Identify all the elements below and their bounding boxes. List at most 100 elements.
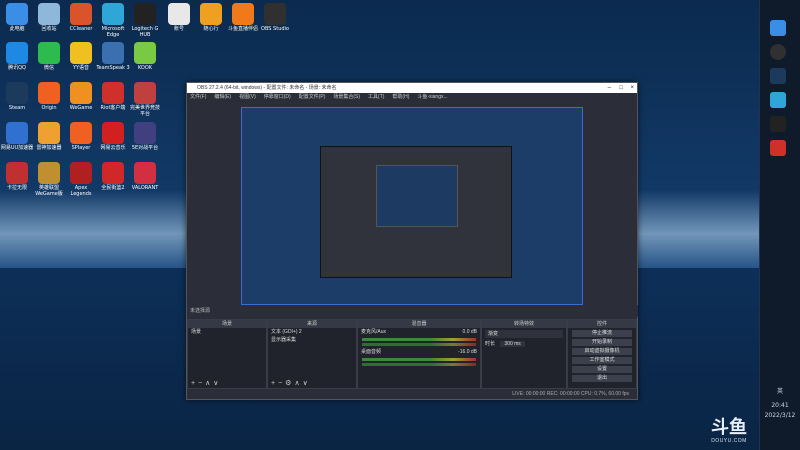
menu-item[interactable]: 工具(T) [368, 94, 384, 100]
settings-button[interactable]: 设置 [572, 366, 632, 373]
clock-date[interactable]: 2022/3/12 [764, 412, 796, 419]
maximize-icon[interactable]: □ [619, 83, 623, 93]
desktop-icon[interactable]: VALORANT [128, 162, 162, 191]
menu-item[interactable]: 文件(F) [190, 94, 206, 100]
controls-panel: 控件 停止推流 开始录制 启动虚拟摄像机 工作室模式 设置 退出 [567, 319, 637, 389]
menu-item[interactable]: 场景集合(S) [333, 94, 360, 100]
stop-streaming-button[interactable]: 停止推流 [572, 330, 632, 337]
close-icon[interactable]: × [630, 83, 634, 93]
mic-volume-slider[interactable] [362, 343, 476, 346]
menu-item[interactable]: 编辑(E) [214, 94, 231, 100]
menu-item[interactable]: 停靠窗口(D) [264, 94, 291, 100]
desktop-icon[interactable]: SPlayer [64, 122, 98, 151]
app-icon [70, 162, 92, 184]
desktop-icon-label: Microsoft Edge [101, 26, 125, 38]
obs-title-bar[interactable]: OBS 27.2.4 (64-bit, windows) - 配置文件: 未命名… [187, 83, 637, 93]
sources-panel-controls[interactable]: +−⚙∧∨ [268, 379, 356, 388]
desktop-icon[interactable]: WeGame [64, 82, 98, 111]
menu-item[interactable]: 帮助(H) [392, 94, 409, 100]
source-item[interactable]: 文本 (GDI+) 2 [268, 328, 356, 336]
desktop-icon[interactable]: OBS Studio [258, 3, 292, 32]
desktop-icon[interactable]: 斗鱼直播伴侣 [226, 3, 260, 32]
app-icon [134, 82, 156, 104]
mic-channel-name: 麦克风/Aux [361, 329, 387, 335]
desktop-icon[interactable]: 网易云音乐 [96, 122, 130, 151]
app-icon [200, 3, 222, 25]
clock-time[interactable]: 20:41 [764, 402, 796, 409]
desktop-icon[interactable]: Microsoft Edge [96, 3, 130, 38]
obs-title-text: OBS 27.2.4 (64-bit, windows) - 配置文件: 未命名… [197, 85, 337, 91]
mic-channel-db: 0.0 dB [462, 329, 477, 335]
no-source-label: 未选择源 [190, 308, 211, 314]
desktop-icon[interactable]: 此电脑 [0, 3, 34, 32]
desktop-icon[interactable]: 回收站 [32, 3, 66, 32]
desktop-icon-label: 卡拉无限 [6, 185, 27, 191]
desktop-icon-label: 5E对战平台 [131, 145, 159, 151]
desktop-volume-slider[interactable] [362, 363, 476, 366]
scene-item[interactable]: 场景 [188, 328, 266, 336]
desktop-icon[interactable]: CCleaner [64, 3, 98, 32]
riot-taskbar-icon[interactable] [770, 140, 786, 156]
desktop-icon-label: KOOK [137, 65, 153, 71]
obs-taskbar-icon[interactable] [770, 44, 786, 60]
exit-button[interactable]: 退出 [572, 375, 632, 382]
desktop-icon[interactable]: Riot客户端 [96, 82, 130, 111]
duration-label: 时长 [485, 341, 496, 347]
studio-mode-button[interactable]: 工作室模式 [572, 357, 632, 364]
ghub-taskbar-icon[interactable] [770, 116, 786, 132]
start-virtual-camera-button[interactable]: 启动虚拟摄像机 [572, 348, 632, 355]
app-icon [6, 82, 28, 104]
desktop-icon[interactable]: 网易UU加速器 [0, 122, 34, 151]
duration-input[interactable]: 300 ms [500, 341, 525, 347]
desktop-icon[interactable]: KOOK [128, 42, 162, 71]
app-icon [6, 122, 28, 144]
transitions-panel: 转场特效 渐变 时长 300 ms [481, 319, 567, 389]
desktop-icon[interactable]: 微信 [32, 42, 66, 71]
desktop-icon-label: 腾讯QQ [8, 65, 26, 71]
desktop-icon-label: 网易UU加速器 [0, 145, 34, 151]
desktop-icon[interactable]: 英雄联盟WeGame版 [32, 162, 66, 197]
menu-item[interactable]: 视图(V) [239, 94, 256, 100]
controls-panel-header: 控件 [568, 320, 636, 328]
desktop-icon-label: VALORANT [131, 185, 159, 191]
menu-item[interactable]: 斗鱼-xiangx... [417, 94, 447, 100]
desktop-icon[interactable]: YY语音 [64, 42, 98, 71]
app-icon [38, 3, 60, 25]
scenes-panel-controls[interactable]: +−∧∨ [188, 379, 266, 388]
app-icon [70, 3, 92, 25]
app-icon [70, 82, 92, 104]
desktop-icon-label: Apex Legends [70, 185, 92, 197]
mic-volume-meter[interactable] [362, 338, 476, 341]
desktop-icon-label: CCleaner [69, 26, 93, 32]
start-recording-button[interactable]: 开始录制 [572, 339, 632, 346]
desktop-icon[interactable]: 腾讯QQ [0, 42, 34, 71]
menu-item[interactable]: 配置文件(P) [299, 94, 326, 100]
desktop-icon[interactable]: 完美世界竞技平台 [128, 82, 162, 117]
desktop-icon[interactable]: Steam [0, 82, 34, 111]
minimize-icon[interactable]: – [608, 83, 611, 93]
desktop-icon[interactable]: 雷神加速器 [32, 122, 66, 151]
desktop-volume-meter[interactable] [362, 358, 476, 361]
steam-taskbar-icon[interactable] [770, 68, 786, 84]
desktop-icon-label: WeGame [69, 105, 93, 111]
transition-type-select[interactable]: 渐变 [485, 330, 563, 338]
desktop-icon[interactable]: 账号 [162, 3, 196, 32]
desktop-icon[interactable]: 卡拉无限 [0, 162, 34, 191]
taskbar-app-icon[interactable] [770, 20, 786, 36]
edge-taskbar-icon[interactable] [770, 92, 786, 108]
desktop-icon[interactable]: Origin [32, 82, 66, 111]
desktop-icon[interactable]: Logitech G HUB [128, 3, 162, 38]
desktop-icon[interactable]: 全民街篮2 [96, 162, 130, 191]
obs-window: OBS 27.2.4 (64-bit, windows) - 配置文件: 未命名… [186, 82, 638, 400]
desktop-icon[interactable]: 5E对战平台 [128, 122, 162, 151]
obs-preview-canvas[interactable] [241, 107, 583, 305]
source-item[interactable]: 显示器采集 [268, 336, 356, 344]
mixer-channel-desktop: 桌面音频 -16.0 dB [358, 348, 480, 356]
ime-language-indicator[interactable]: 英 [764, 386, 796, 395]
taskbar: 英 20:41 2022/3/12 [759, 0, 800, 450]
nested-preview-window [320, 146, 512, 278]
desktop-icon[interactable]: Apex Legends [64, 162, 98, 197]
app-icon [38, 82, 60, 104]
desktop-icon[interactable]: 随心行 [194, 3, 228, 32]
desktop-icon[interactable]: TeamSpeak 3 [96, 42, 130, 71]
